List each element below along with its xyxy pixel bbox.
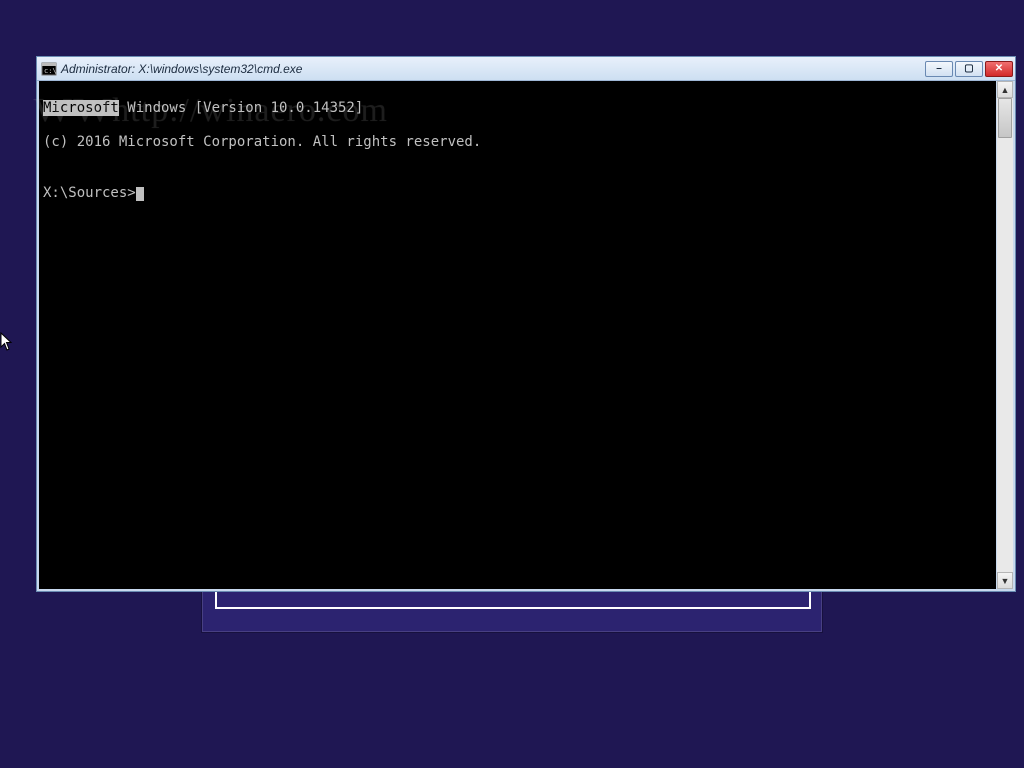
svg-text:c:\: c:\ — [44, 67, 57, 75]
chevron-up-icon: ▲ — [1001, 85, 1010, 95]
window-buttons: – ▢ ✕ — [925, 61, 1013, 77]
maximize-icon: ▢ — [964, 64, 973, 74]
console-version-rest: Windows [Version 10.0.14352] — [119, 100, 363, 116]
console-prompt: X:\Sources> — [43, 185, 136, 201]
close-icon: ✕ — [995, 64, 1003, 74]
console-line-prompt: X:\Sources> — [43, 185, 992, 202]
console-highlight: Microsoft — [43, 100, 119, 116]
console-line-version: Microsoft Windows [Version 10.0.14352] — [43, 100, 992, 117]
vertical-scrollbar[interactable]: ▲ ▼ — [996, 81, 1013, 589]
minimize-button[interactable]: – — [925, 61, 953, 77]
cmd-window: c:\ Administrator: X:\windows\system32\c… — [36, 56, 1016, 592]
window-title: Administrator: X:\windows\system32\cmd.e… — [61, 62, 302, 76]
scrollbar-track[interactable] — [997, 98, 1013, 572]
scrollbar-thumb[interactable] — [998, 98, 1012, 138]
console-output[interactable]: Microsoft Windows [Version 10.0.14352] (… — [39, 81, 996, 589]
titlebar[interactable]: c:\ Administrator: X:\windows\system32\c… — [37, 57, 1015, 81]
close-button[interactable]: ✕ — [985, 61, 1013, 77]
scroll-up-button[interactable]: ▲ — [997, 81, 1013, 98]
minimize-icon: – — [936, 64, 942, 74]
maximize-button[interactable]: ▢ — [955, 61, 983, 77]
scroll-down-button[interactable]: ▼ — [997, 572, 1013, 589]
console-client-area: Microsoft Windows [Version 10.0.14352] (… — [37, 81, 1015, 591]
chevron-down-icon: ▼ — [1001, 576, 1010, 586]
mouse-cursor-icon — [0, 332, 14, 352]
console-line-copyright: (c) 2016 Microsoft Corporation. All righ… — [43, 134, 992, 151]
console-cursor — [136, 187, 144, 201]
cmd-app-icon: c:\ — [41, 61, 57, 77]
